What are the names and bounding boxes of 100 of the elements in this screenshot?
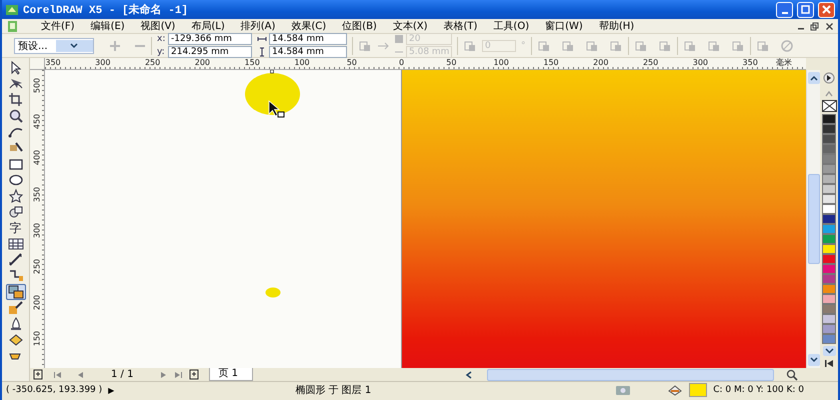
ruler-label: 50 [346, 58, 357, 67]
ruler-label: 300 [32, 222, 42, 240]
color-swatch[interactable] [822, 174, 836, 184]
ruler-label: 0 [399, 58, 404, 67]
menu-item[interactable]: 视图(V) [132, 19, 184, 33]
minimize-icon[interactable] [798, 28, 804, 30]
preset-dropdown[interactable]: 预设... [14, 38, 94, 54]
plus-icon[interactable] [109, 40, 121, 52]
color-swatch[interactable] [822, 154, 836, 164]
menu-item[interactable]: 文本(X) [384, 19, 436, 33]
maximize-button[interactable] [797, 2, 814, 18]
fill-color-values: C: 0 M: 0 Y: 100 K: 0 [713, 385, 804, 395]
color-swatch[interactable] [822, 284, 836, 294]
color-swatch[interactable] [822, 304, 836, 314]
color-swatch[interactable] [822, 224, 836, 234]
scroll-thumb[interactable] [808, 174, 820, 264]
height-icon [257, 47, 267, 57]
menu-item[interactable]: 工具(O) [485, 19, 538, 33]
menu-item[interactable]: 编辑(E) [82, 19, 133, 33]
ruler-label: 100 [494, 58, 509, 67]
color-swatch[interactable] [822, 184, 836, 194]
zoom-icon[interactable] [786, 368, 798, 380]
tool-button[interactable] [6, 236, 26, 252]
x-position-field[interactable]: -129.366 mm [168, 33, 252, 45]
ruler-label: 450 [32, 113, 42, 131]
x-label: x: [157, 34, 166, 44]
color-swatch[interactable] [822, 254, 836, 264]
previous-page-icon[interactable] [76, 370, 85, 380]
restore-icon[interactable] [810, 22, 819, 30]
clear-icon[interactable] [780, 38, 794, 52]
color-swatch[interactable] [822, 164, 836, 174]
add-page-icon[interactable] [33, 369, 43, 380]
caret-icon [70, 42, 78, 49]
selected-ellipse[interactable] [244, 70, 301, 116]
ruler-label: 250 [642, 58, 658, 67]
color-swatch[interactable] [822, 134, 836, 144]
page-tab[interactable]: 页 1 [209, 368, 253, 381]
camera-icon [615, 384, 632, 396]
degree-sign: ° [521, 40, 526, 50]
color-swatch[interactable] [822, 124, 836, 134]
cursor-icon [268, 100, 286, 118]
menu-item[interactable]: 窗口(W) [537, 19, 591, 33]
ruler-label: 100 [294, 58, 310, 67]
object-info: 椭圆形 于 图层 1 [295, 384, 372, 397]
scroll-down-icon[interactable] [822, 346, 836, 356]
ellipse-icon [8, 172, 24, 188]
color-swatch[interactable] [822, 144, 836, 154]
menu-item[interactable]: 效果(C) [283, 19, 334, 33]
color-swatch[interactable] [822, 194, 836, 204]
shapes-icon [8, 204, 24, 220]
no-color-icon[interactable] [822, 100, 836, 112]
ruler-label: 200 [593, 58, 608, 67]
menu-item[interactable]: 排列(A) [232, 19, 284, 33]
last-page-icon[interactable] [823, 358, 835, 369]
y-position-field[interactable]: 214.295 mm [168, 46, 252, 58]
horizontal-scrollbar[interactable] [487, 368, 774, 380]
scroll-up-icon[interactable] [808, 72, 820, 84]
color-swatch[interactable] [822, 324, 836, 334]
color-swatch[interactable] [822, 264, 836, 274]
ruler-label: 300 [692, 58, 708, 67]
expand-arrow[interactable]: ▶ [108, 386, 114, 394]
arrow-icon[interactable] [377, 40, 389, 50]
color-swatch[interactable] [822, 204, 836, 214]
close-icon [822, 5, 831, 14]
color-swatch[interactable] [822, 244, 836, 254]
first-page-icon[interactable] [53, 370, 62, 380]
minimize-button[interactable] [776, 2, 793, 18]
close-icon[interactable] [825, 22, 834, 30]
scroll-down-icon[interactable] [808, 354, 820, 366]
crop-icon [8, 92, 24, 108]
next-page-icon[interactable] [159, 370, 168, 380]
menu-item[interactable]: 表格(T) [436, 19, 486, 33]
color-swatch[interactable] [822, 314, 836, 324]
palette-menu-icon[interactable] [823, 72, 835, 84]
color-swatch[interactable] [822, 214, 836, 224]
close-button[interactable] [818, 2, 835, 18]
table-icon [8, 236, 24, 252]
color-swatch[interactable] [822, 114, 836, 124]
menu-item[interactable]: 文件(F) [33, 19, 83, 33]
ruler-label: 200 [194, 58, 210, 67]
width-field[interactable]: 14.584 mm [269, 33, 347, 45]
color-swatch[interactable] [822, 334, 836, 344]
color-swatch[interactable] [822, 234, 836, 244]
tool-button[interactable] [6, 284, 26, 300]
ruler-label: 150 [32, 330, 42, 348]
page-counter: 1 / 1 [111, 369, 134, 380]
app-icon [5, 2, 19, 16]
scroll-left-icon[interactable] [465, 370, 473, 380]
color-swatch[interactable] [822, 294, 836, 304]
add-page-icon[interactable] [189, 369, 200, 380]
color-swatch[interactable] [822, 274, 836, 284]
line-icon [8, 252, 24, 268]
height-field[interactable]: 14.584 mm [269, 46, 347, 58]
star-icon [8, 188, 24, 204]
preset-value: 预设... [18, 40, 49, 52]
text-tool[interactable]: 字 [6, 220, 26, 236]
connector-icon [8, 268, 24, 284]
menu-item[interactable]: 帮助(H) [590, 19, 642, 33]
menu-item[interactable]: 位图(B) [334, 19, 385, 33]
menu-item[interactable]: 布局(L) [183, 19, 233, 33]
